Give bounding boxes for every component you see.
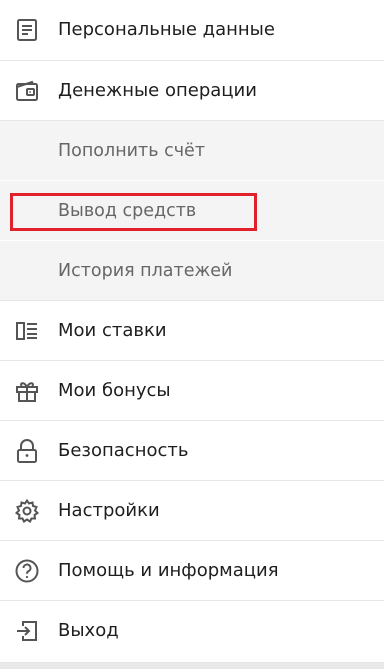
submenu-item-label: История платежей — [58, 261, 233, 281]
menu-item-label: Выход — [58, 620, 119, 641]
submenu-item-deposit[interactable]: Пополнить счёт — [0, 121, 384, 181]
help-icon — [14, 558, 40, 584]
menu-item-label: Мои ставки — [58, 320, 167, 341]
bottom-divider — [0, 663, 384, 669]
menu-item-my-bets[interactable]: Мои ставки — [0, 301, 384, 361]
document-icon — [14, 17, 40, 43]
menu-item-logout[interactable]: Выход — [0, 601, 384, 663]
menu-item-settings[interactable]: Настройки — [0, 481, 384, 541]
wallet-icon — [14, 78, 40, 104]
gear-icon — [14, 498, 40, 524]
menu-item-my-bonuses[interactable]: Мои бонусы — [0, 361, 384, 421]
menu-item-help[interactable]: Помощь и информация — [0, 541, 384, 601]
menu-item-money-operations[interactable]: Денежные операции — [0, 61, 384, 121]
account-menu: Персональные данные Денежные операции По… — [0, 0, 384, 663]
menu-item-label: Безопасность — [58, 440, 189, 461]
menu-item-security[interactable]: Безопасность — [0, 421, 384, 481]
bets-list-icon — [14, 318, 40, 344]
lock-icon — [14, 438, 40, 464]
menu-item-label: Настройки — [58, 500, 160, 521]
submenu-item-payment-history[interactable]: История платежей — [0, 241, 384, 301]
logout-icon — [14, 618, 40, 644]
submenu-item-label: Вывод средств — [58, 201, 197, 221]
menu-item-label: Помощь и информация — [58, 560, 279, 581]
menu-item-label: Денежные операции — [58, 80, 257, 101]
gift-icon — [14, 378, 40, 404]
menu-item-personal-data[interactable]: Персональные данные — [0, 0, 384, 61]
submenu-item-withdraw[interactable]: Вывод средств — [0, 181, 384, 241]
menu-item-label: Мои бонусы — [58, 380, 171, 401]
submenu-item-label: Пополнить счёт — [58, 141, 206, 161]
menu-item-label: Персональные данные — [58, 19, 275, 40]
